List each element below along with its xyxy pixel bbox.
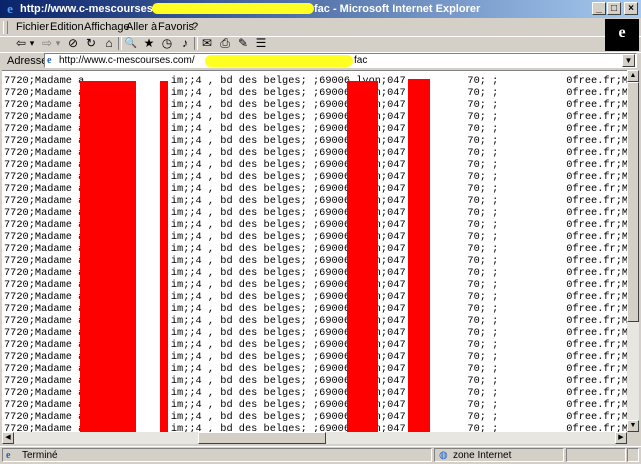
redaction-block: [160, 81, 168, 433]
back-button[interactable]: ⇦: [14, 36, 28, 51]
edit-button[interactable]: ✎: [236, 36, 250, 51]
url-redaction: [205, 55, 353, 67]
vertical-scroll-thumb[interactable]: [627, 82, 639, 322]
title-redaction: [152, 3, 314, 14]
redaction-block: [408, 79, 430, 433]
page-content: 7720;Madame a im;;4 , bd des belges; ;69…: [2, 70, 627, 433]
forward-button[interactable]: ⇨: [40, 36, 54, 51]
toolbar-separator: [118, 37, 122, 50]
address-url-prefix[interactable]: http://www.c-mescourses.com/: [59, 55, 195, 66]
resize-grip[interactable]: [627, 448, 639, 462]
status-bar: e Terminé ◍ zone Internet: [0, 446, 641, 464]
status-pane-empty: [566, 448, 626, 462]
history-button[interactable]: ◷: [160, 36, 174, 51]
maximize-button[interactable]: □: [607, 2, 621, 15]
redaction-block: [347, 81, 378, 433]
redaction-block: [80, 81, 136, 433]
menu-grip[interactable]: [3, 21, 8, 34]
window-title-suffix: fac - Microsoft Internet Explorer: [314, 3, 481, 15]
mail-button[interactable]: ✉: [200, 36, 214, 51]
zone-pane: ◍ zone Internet: [434, 448, 564, 462]
stop-button[interactable]: ⊘: [66, 36, 80, 51]
windows-logo-icon: e: [618, 24, 626, 41]
status-text: Terminé: [22, 450, 58, 461]
page-icon: e: [47, 55, 52, 66]
scroll-right-button[interactable]: ▶: [615, 432, 627, 444]
vertical-scrollbar[interactable]: ▲ ▼: [627, 70, 639, 432]
horizontal-scroll-thumb[interactable]: [198, 432, 326, 444]
page-icon: e: [6, 450, 11, 461]
globe-icon: ◍: [439, 450, 448, 461]
address-input[interactable]: e http://www.c-mescourses.com/ fac ▼: [44, 53, 637, 68]
standard-toolbar: ⇦ ▾ ⇨ ▾ ⊘ ↻ ⌂ 🔍 ★ ◷ ♪ ✉ ⎙ ✎ ☰: [0, 36, 600, 52]
forward-dropdown[interactable]: ▾: [54, 36, 62, 51]
refresh-button[interactable]: ↻: [84, 36, 98, 51]
menu-affichage[interactable]: Affichage: [84, 21, 130, 33]
home-button[interactable]: ⌂: [102, 36, 116, 51]
discuss-button[interactable]: ☰: [254, 36, 268, 51]
address-bar: Adresse e http://www.c-mescourses.com/ f…: [0, 52, 641, 69]
search-button[interactable]: 🔍: [124, 36, 138, 51]
status-pane: e Terminé: [2, 448, 432, 462]
favorites-button[interactable]: ★: [142, 36, 156, 51]
scroll-down-button[interactable]: ▼: [627, 420, 639, 432]
scroll-left-button[interactable]: ◀: [2, 432, 14, 444]
scroll-up-button[interactable]: ▲: [627, 70, 639, 82]
address-url-suffix[interactable]: fac: [354, 55, 367, 66]
menu-edition[interactable]: Edition: [50, 21, 84, 33]
scrollbar-corner: [627, 432, 639, 444]
menu-fichier[interactable]: Fichier: [16, 21, 49, 33]
menu-bar: Fichier Edition Affichage Aller à Favori…: [0, 18, 641, 37]
horizontal-scrollbar[interactable]: ◀ ▶: [2, 432, 627, 444]
media-button[interactable]: ♪: [178, 36, 192, 51]
menu-aller-a[interactable]: Aller à: [126, 21, 157, 33]
window-titlebar[interactable]: e http://www.c-mescourses.com/ fac - Mic…: [0, 0, 641, 18]
minimize-button[interactable]: _: [592, 2, 606, 15]
internet-explorer-icon[interactable]: e: [3, 2, 17, 16]
activity-throbber: e: [605, 19, 639, 51]
close-button[interactable]: ×: [624, 2, 638, 15]
back-dropdown[interactable]: ▾: [28, 36, 36, 51]
address-dropdown-button[interactable]: ▼: [622, 54, 635, 67]
address-label: Adresse: [7, 55, 48, 67]
menu-help[interactable]: ?: [192, 21, 198, 33]
print-button[interactable]: ⎙: [218, 36, 232, 51]
toolbar-separator: [194, 37, 198, 50]
zone-text: zone Internet: [453, 450, 512, 461]
menu-favoris[interactable]: Favoris: [158, 21, 194, 33]
